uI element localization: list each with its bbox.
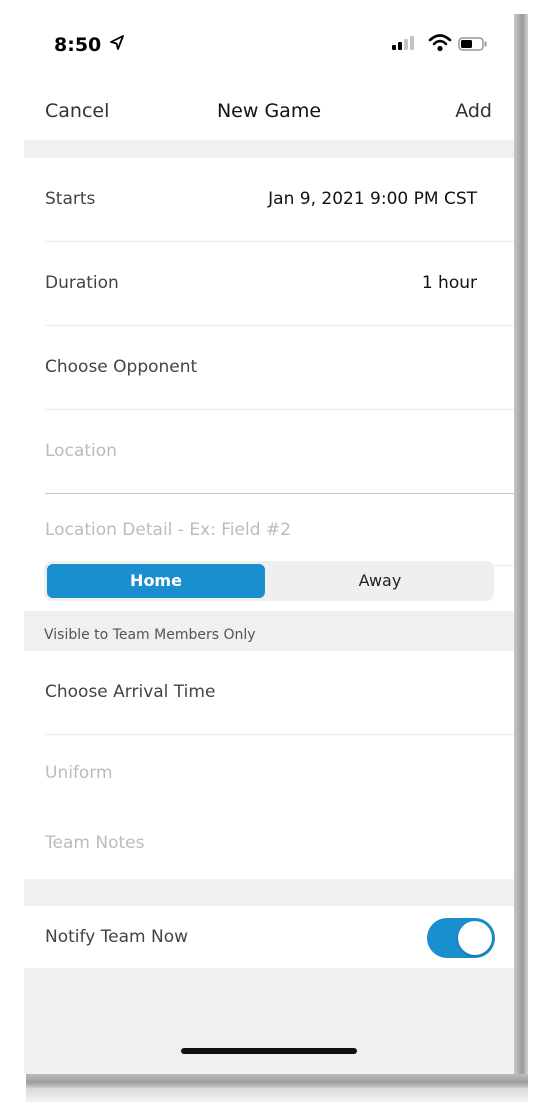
notify-team-toggle[interactable] <box>427 918 495 958</box>
starts-value: Jan 9, 2021 9:00 PM CST <box>268 189 477 209</box>
duration-value: 1 hour <box>421 273 477 293</box>
home-indicator <box>181 1048 357 1054</box>
duration-label: Duration <box>45 273 119 293</box>
location-placeholder: Location <box>45 441 117 461</box>
frame-shadow-fade <box>26 1088 528 1102</box>
home-away-segmented-control: Home Away <box>44 561 494 601</box>
add-button[interactable]: Add <box>455 100 492 122</box>
uniform-placeholder: Uniform <box>45 763 113 783</box>
toggle-knob <box>458 921 492 955</box>
notify-team-label: Notify Team Now <box>45 927 189 947</box>
team-notes-placeholder: Team Notes <box>45 833 145 853</box>
frame-shadow-bottom <box>26 1074 528 1088</box>
wifi-icon <box>428 34 452 52</box>
uniform-field[interactable]: Uniform <box>24 735 514 807</box>
status-time: 8:50 <box>54 34 102 56</box>
page-title: New Game <box>216 100 322 122</box>
choose-opponent-row[interactable]: Choose Opponent <box>24 326 514 410</box>
device-frame: 8:50 Cancel New Game Add Starts Jan 9, 2… <box>0 0 540 1111</box>
frame-shadow-right <box>514 14 528 1086</box>
battery-icon <box>458 37 487 51</box>
status-bar: 8:50 <box>24 12 514 70</box>
cellular-signal-icon <box>392 36 414 50</box>
location-detail-placeholder: Location Detail - Ex: Field #2 <box>45 520 291 540</box>
team-notes-field[interactable]: Team Notes <box>24 807 514 879</box>
starts-row[interactable]: Starts Jan 9, 2021 9:00 PM CST <box>24 158 514 242</box>
home-segment[interactable]: Home <box>47 564 265 598</box>
team-details-section: Choose Arrival Time Uniform Team Notes <box>24 651 514 879</box>
visibility-note: Visible to Team Members Only <box>44 627 256 643</box>
location-detail-field[interactable]: Location Detail - Ex: Field #2 <box>24 494 514 566</box>
choose-opponent-label: Choose Opponent <box>45 357 198 377</box>
location-field[interactable]: Location <box>24 410 514 494</box>
app-screen: 8:50 Cancel New Game Add Starts Jan 9, 2… <box>24 12 514 1074</box>
duration-row[interactable]: Duration 1 hour <box>24 242 514 326</box>
away-segment[interactable]: Away <box>269 564 491 598</box>
choose-arrival-time-row[interactable]: Choose Arrival Time <box>24 651 514 735</box>
game-details-section: Starts Jan 9, 2021 9:00 PM CST Duration … <box>24 158 514 611</box>
navigation-bar: Cancel New Game Add <box>24 70 514 140</box>
starts-label: Starts <box>45 189 96 209</box>
choose-arrival-time-label: Choose Arrival Time <box>45 682 216 702</box>
location-arrow-icon <box>110 35 124 50</box>
